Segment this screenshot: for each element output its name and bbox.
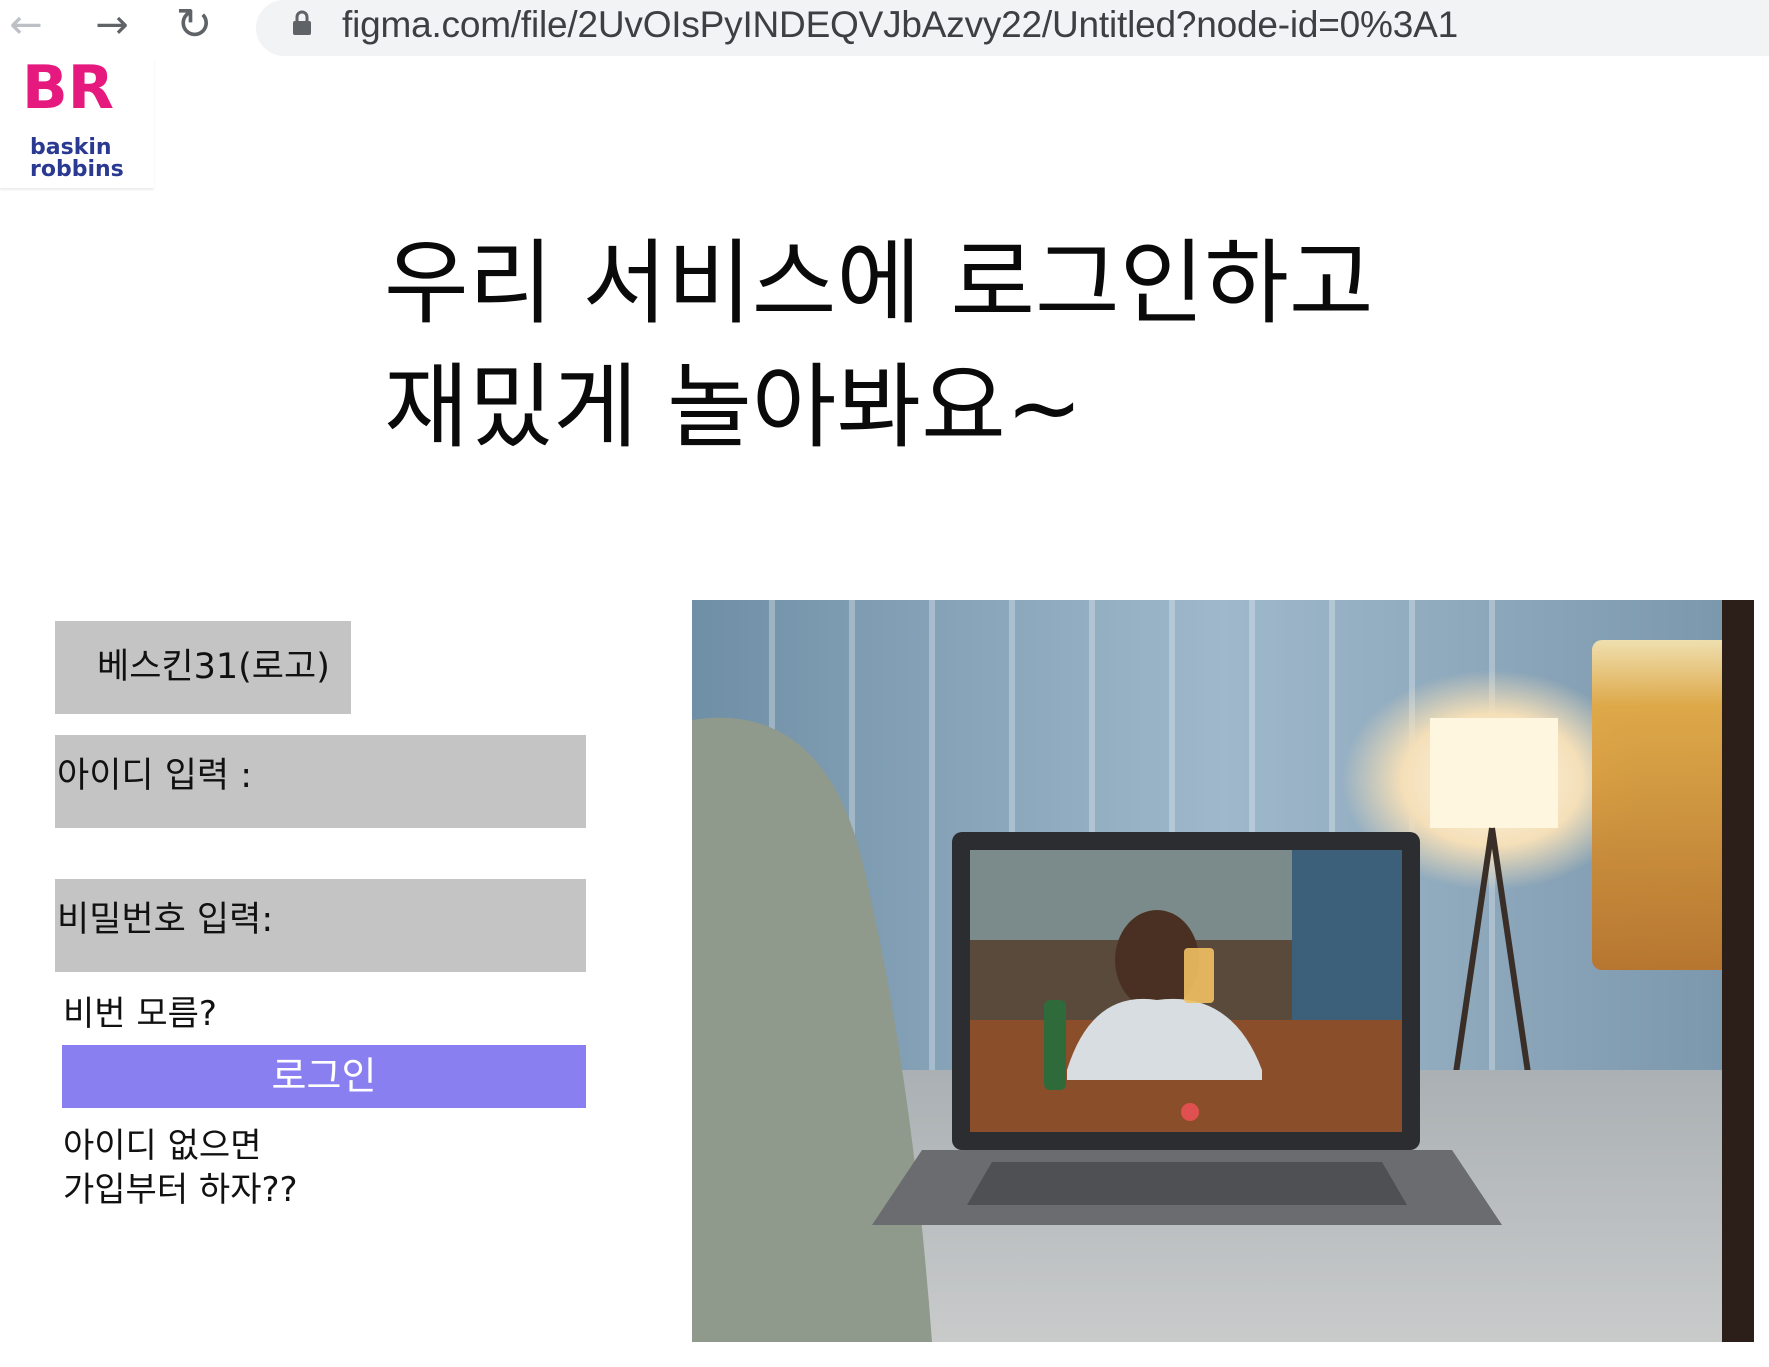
signup-line-2: 가입부터 하자?? — [63, 1170, 298, 1210]
beer-glass-icon — [1592, 640, 1742, 970]
forward-arrow-icon[interactable]: → — [86, 0, 138, 50]
login-button[interactable]: 로그인 — [62, 1045, 586, 1108]
laptop — [872, 832, 1502, 1225]
browser-toolbar: ← → ↻ figma.com/file/2UvOIsPyINDEQVJbAzv… — [0, 0, 1769, 56]
password-input-label: 비밀번호 입력: — [57, 900, 274, 940]
id-input-label: 아이디 입력 : — [57, 756, 253, 796]
page-headline: 우리 서비스에 로그인하고 재밌게 놀아봐요~ — [384, 222, 1484, 470]
url-text[interactable]: figma.com/file/2UvOIsPyINDEQVJbAzvy22/Un… — [342, 0, 1458, 50]
signup-link[interactable]: 아이디 없으면 가입부터 하자?? — [63, 1124, 298, 1212]
password-input-field[interactable]: 비밀번호 입력: — [55, 879, 586, 972]
id-input-field[interactable]: 아이디 입력 : — [55, 735, 586, 828]
headline-line-2: 재밌게 놀아봐요~ — [384, 354, 1083, 461]
headline-line-1: 우리 서비스에 로그인하고 — [384, 230, 1374, 337]
back-arrow-icon[interactable]: ← — [0, 0, 52, 50]
logo-monogram: BR — [22, 58, 114, 123]
page: ← → ↻ figma.com/file/2UvOIsPyINDEQVJbAzv… — [0, 0, 1769, 1367]
brand-label: 베스킨31(로고) — [97, 647, 330, 687]
baskin-robbins-logo: BR baskin robbins — [0, 58, 154, 188]
reload-icon[interactable]: ↻ — [168, 0, 220, 50]
lamp-shade — [1430, 718, 1558, 828]
address-bar[interactable]: figma.com/file/2UvOIsPyINDEQVJbAzvy22/Un… — [256, 0, 1769, 56]
lock-icon — [293, 10, 311, 35]
signup-line-1: 아이디 없으면 — [63, 1126, 262, 1166]
brand-logo-placeholder: 베스킨31(로고) — [55, 621, 351, 714]
video-call-photo — [692, 600, 1754, 1342]
forgot-password-link[interactable]: 비번 모름? — [63, 986, 217, 1035]
logo-wordmark-line2: robbins — [30, 157, 124, 182]
